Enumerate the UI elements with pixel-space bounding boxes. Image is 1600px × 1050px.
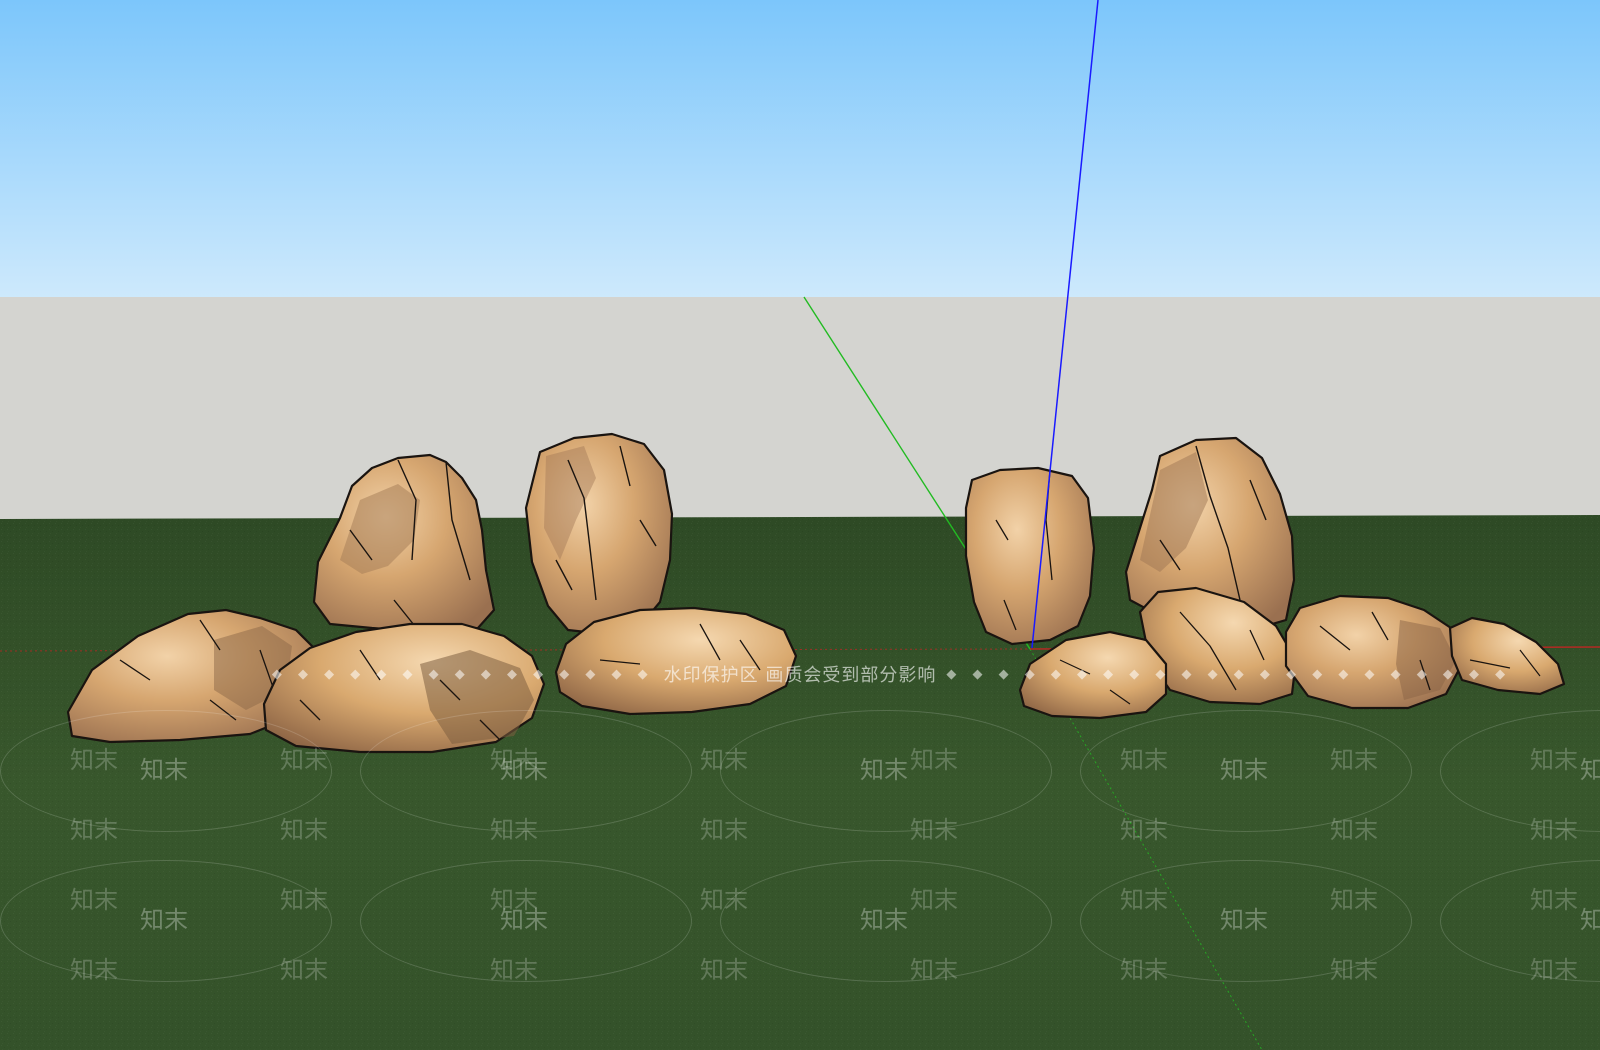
model-scene[interactable] bbox=[0, 0, 1600, 1050]
stone-flat-center[interactable] bbox=[554, 606, 798, 716]
stone-cylinder[interactable] bbox=[964, 466, 1096, 646]
sky bbox=[0, 0, 1600, 297]
ground-texture bbox=[0, 515, 1600, 1050]
sketchup-viewport[interactable]: ◆ ◆ ◆ ◆ ◆ ◆ ◆ ◆ ◆ ◆ ◆ ◆ ◆ ◆ ◆ 水印保护区 画质会受… bbox=[0, 0, 1600, 1050]
horizon-wall bbox=[0, 297, 1600, 519]
